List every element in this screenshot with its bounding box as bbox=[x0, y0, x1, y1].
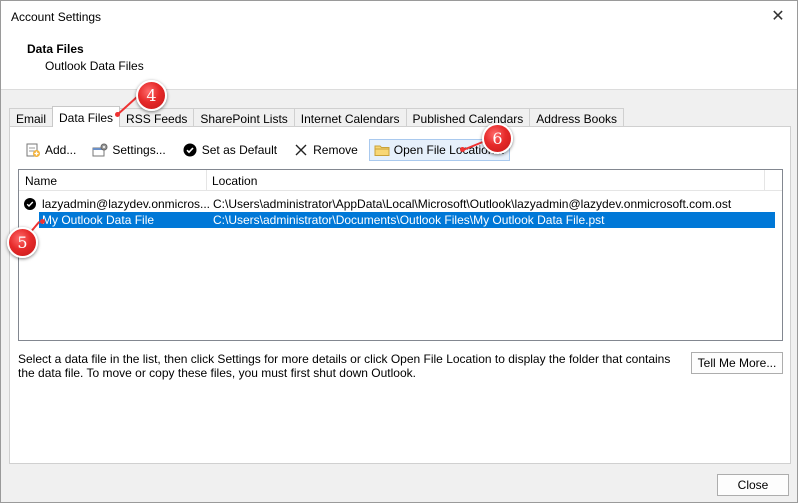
window-title: Account Settings bbox=[11, 10, 102, 24]
tab-published-calendars[interactable]: Published Calendars bbox=[405, 108, 531, 127]
settings-button[interactable]: Settings... bbox=[87, 139, 170, 161]
dialog-header: Data Files Outlook Data Files bbox=[1, 32, 797, 90]
tell-me-more-button[interactable]: Tell Me More... bbox=[691, 352, 783, 374]
tab-sharepoint-lists[interactable]: SharePoint Lists bbox=[193, 108, 295, 127]
default-checkmark-icon bbox=[24, 198, 36, 210]
account-settings-window: Account Settings ✕ Data Files Outlook Da… bbox=[0, 0, 798, 503]
column-separator[interactable] bbox=[206, 170, 207, 191]
tab-email[interactable]: Email bbox=[9, 108, 54, 127]
set-as-default-button[interactable]: Set as Default bbox=[177, 139, 282, 161]
tab-address-books[interactable]: Address Books bbox=[529, 108, 624, 127]
tab-internet-calendars[interactable]: Internet Calendars bbox=[293, 108, 407, 127]
title-bar: Account Settings ✕ bbox=[1, 1, 797, 32]
callout-leader-dot bbox=[460, 147, 465, 152]
checkmark-icon bbox=[182, 142, 198, 158]
column-separator[interactable] bbox=[764, 170, 765, 191]
info-text: Select a data file in the list, then cli… bbox=[18, 352, 671, 380]
list-row-selected[interactable]: My Outlook Data File C:\Users\administra… bbox=[19, 212, 782, 228]
tab-data-files[interactable]: Data Files bbox=[52, 106, 121, 127]
tab-strip: Email Data Files RSS Feeds SharePoint Li… bbox=[9, 106, 624, 127]
add-label: Add... bbox=[45, 143, 77, 157]
callout-badge-4: 4 bbox=[136, 80, 167, 111]
data-files-panel: Add... Settings... Set as Default Remove… bbox=[9, 126, 791, 464]
column-header-name[interactable]: Name bbox=[25, 174, 57, 188]
column-header-location[interactable]: Location bbox=[212, 174, 257, 188]
row-location: C:\Users\administrator\Documents\Outlook… bbox=[213, 213, 605, 227]
list-row[interactable]: lazyadmin@lazydev.onmicros... C:\Users\a… bbox=[19, 196, 782, 212]
toolbar: Add... Settings... Set as Default Remove… bbox=[20, 139, 516, 161]
remove-label: Remove bbox=[313, 143, 358, 157]
header-title: Data Files bbox=[27, 42, 84, 56]
folder-icon bbox=[374, 142, 390, 158]
callout-leader-dot bbox=[115, 112, 120, 117]
remove-button[interactable]: Remove bbox=[288, 139, 363, 161]
data-files-list[interactable]: Name Location lazyadmin@lazydev.onmicros… bbox=[18, 169, 783, 341]
row-location: C:\Users\administrator\AppData\Local\Mic… bbox=[213, 197, 732, 211]
list-header: Name Location bbox=[19, 170, 782, 191]
callout-leader-dot bbox=[40, 219, 45, 224]
set-as-default-label: Set as Default bbox=[201, 143, 278, 157]
remove-x-icon bbox=[293, 142, 309, 158]
row-name: lazyadmin@lazydev.onmicros... bbox=[42, 197, 211, 211]
tab-rss-feeds[interactable]: RSS Feeds bbox=[119, 108, 195, 127]
callout-badge-5: 5 bbox=[7, 227, 38, 258]
add-button[interactable]: Add... bbox=[20, 139, 81, 161]
close-icon[interactable]: ✕ bbox=[767, 5, 789, 27]
header-subtitle: Outlook Data Files bbox=[45, 59, 144, 73]
callout-badge-6: 6 bbox=[482, 123, 513, 154]
add-file-icon bbox=[25, 142, 41, 158]
settings-icon bbox=[92, 142, 108, 158]
row-name: My Outlook Data File bbox=[42, 213, 155, 227]
close-button[interactable]: Close bbox=[717, 474, 789, 496]
settings-label: Settings... bbox=[112, 143, 166, 157]
